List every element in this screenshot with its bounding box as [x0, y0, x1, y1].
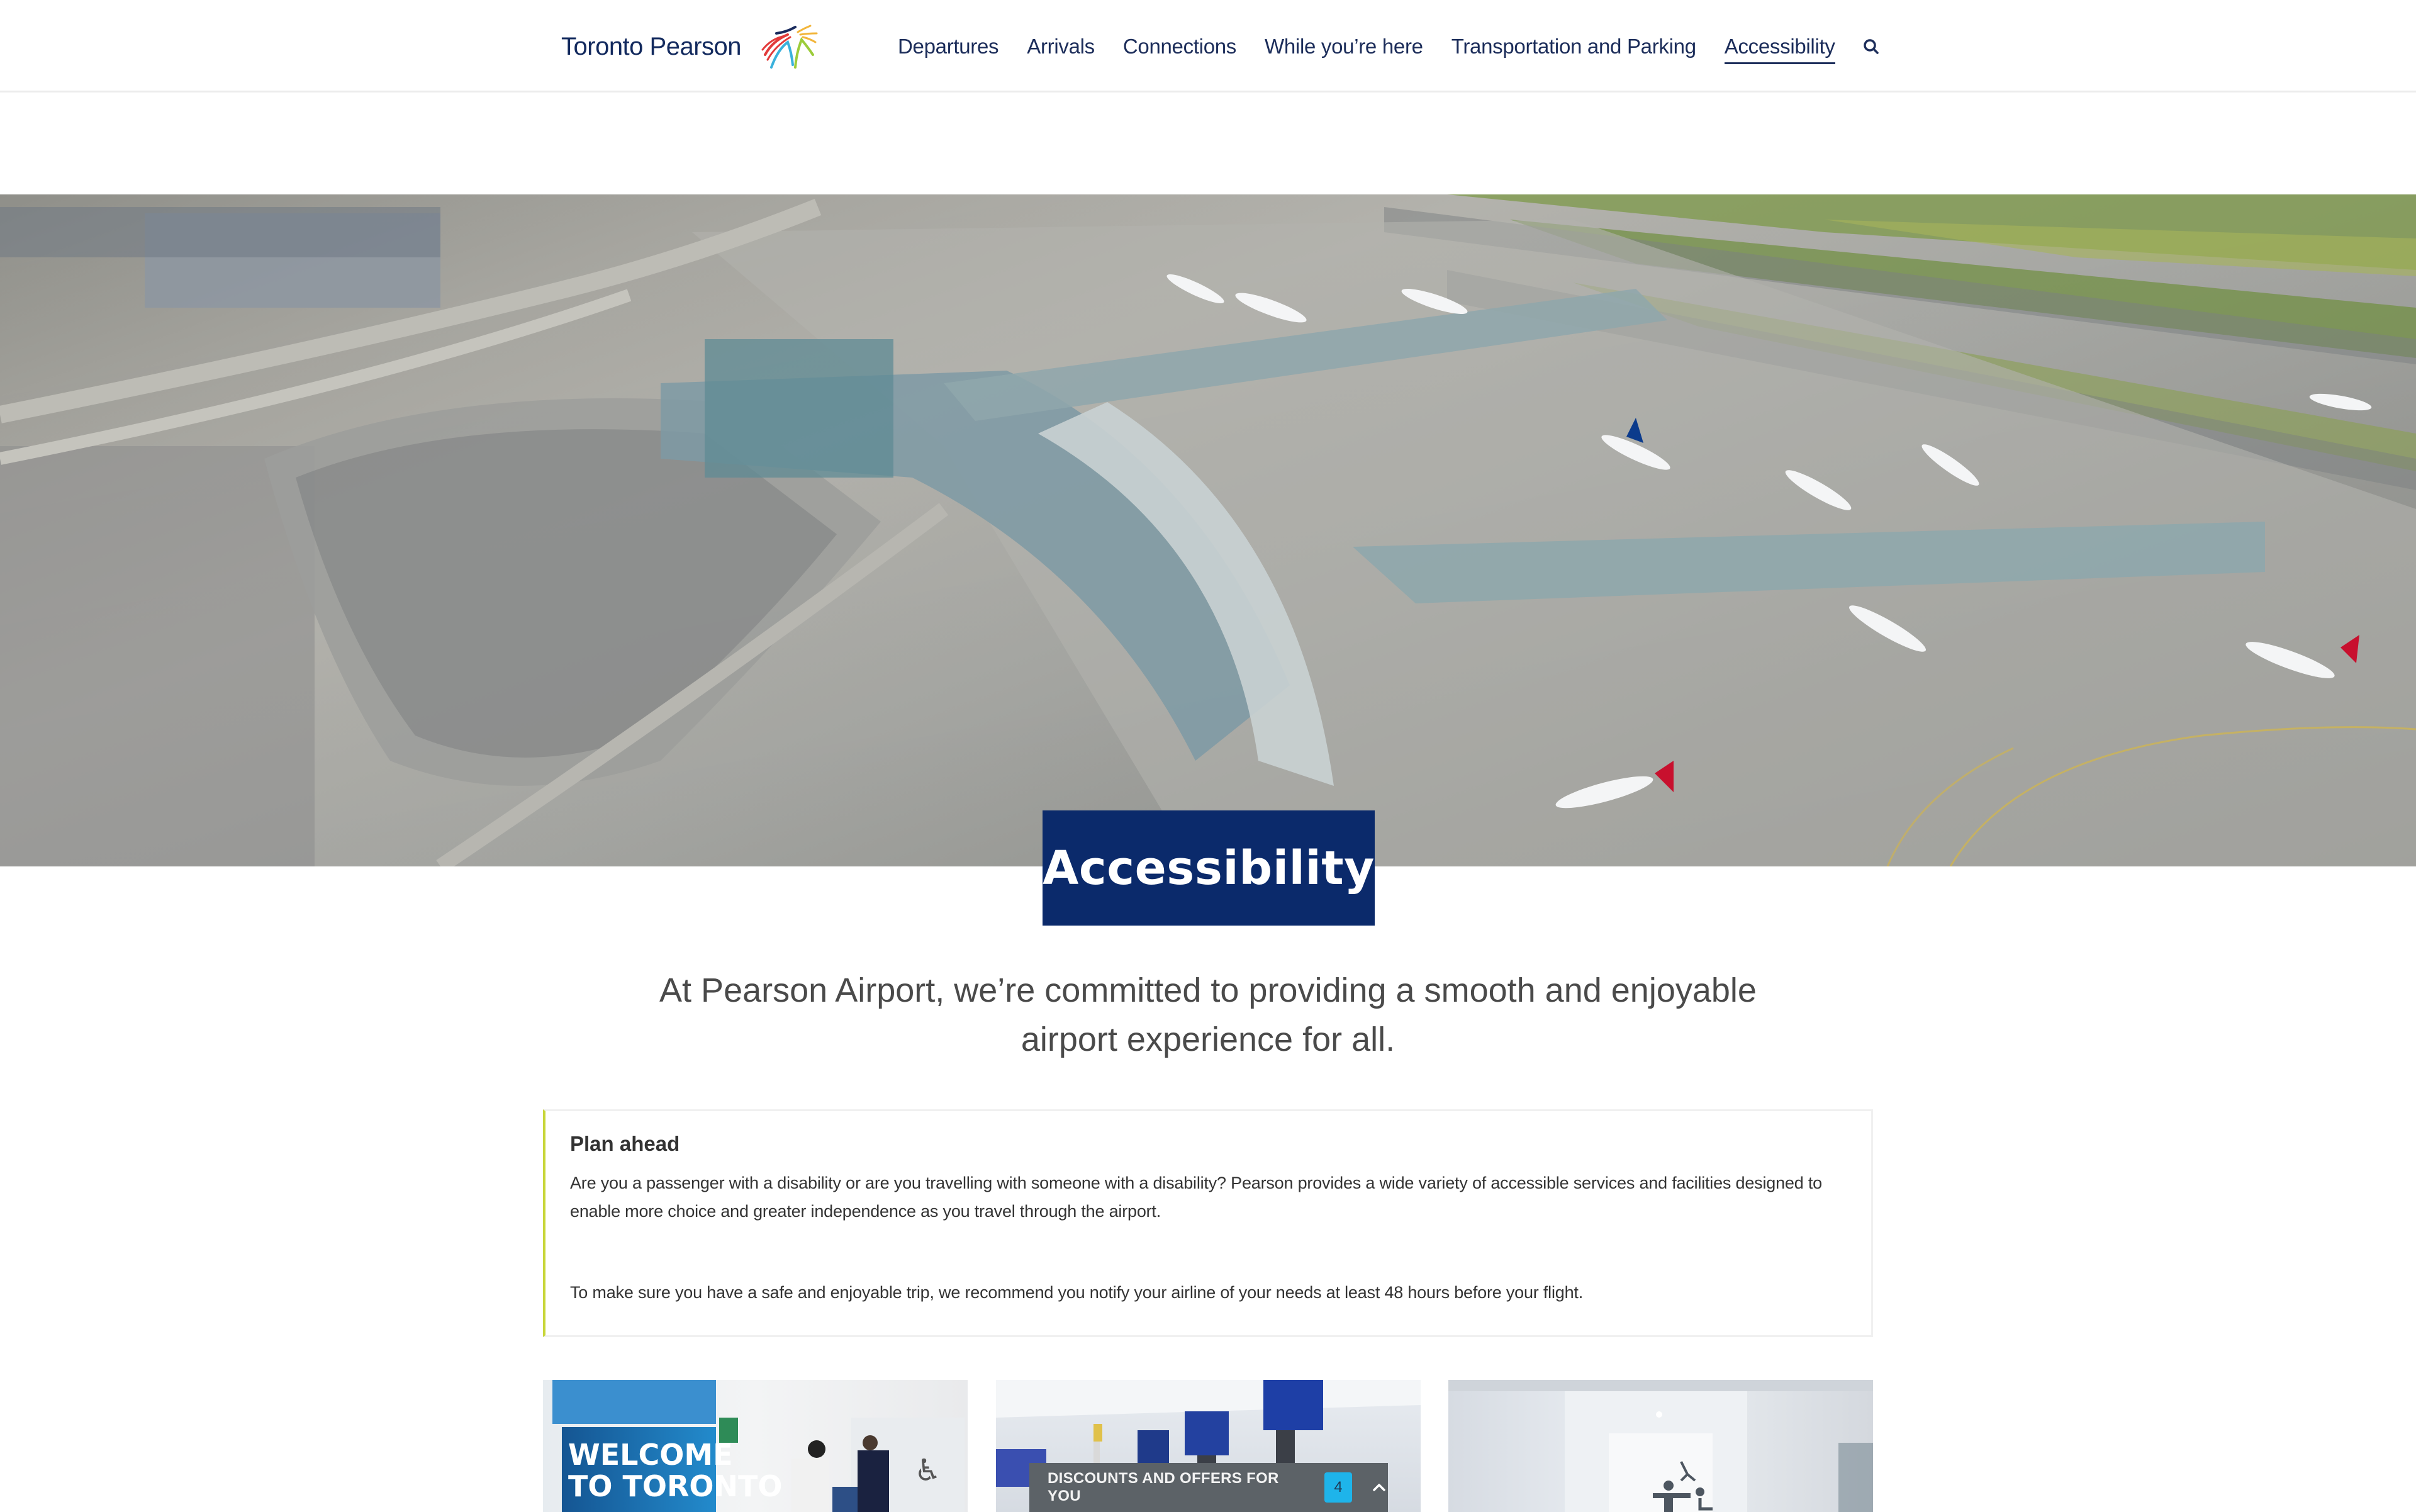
card-image-welcome: WELCOME TO TORONTO ♿ — [552, 1380, 965, 1512]
card-accessible-services[interactable]: WELCOME TO TORONTO ♿ — [543, 1380, 968, 1512]
offers-label: DISCOUNTS AND OFFERS FOR YOU — [1048, 1470, 1279, 1504]
nav-transportation-and-parking[interactable]: Transportation and Parking — [1451, 28, 1696, 65]
search-icon — [1863, 39, 1879, 54]
airport-aerial-illustration — [0, 194, 2416, 866]
intro-text: At Pearson Airport, we’re committed to p… — [659, 972, 1757, 1058]
site-header: Toronto Pearson Departures Arrivals Conn… — [0, 0, 2416, 92]
expand-offers-button[interactable] — [1370, 1478, 1388, 1497]
hero-image — [0, 194, 2416, 866]
nav-arrivals[interactable]: Arrivals — [1027, 28, 1095, 65]
nav-accessibility[interactable]: Accessibility — [1724, 30, 1835, 64]
card-image-washroom — [1448, 1380, 1873, 1512]
logo-text: Toronto Pearson — [561, 32, 742, 60]
plan-ahead-card: Plan ahead Are you a passenger with a di… — [543, 1109, 1873, 1337]
toronto-pearson-logo[interactable]: Toronto Pearson — [561, 24, 819, 69]
welcome-sign-line2: TO TORONTO — [568, 1469, 783, 1503]
plan-ahead-paragraph-2: To make sure you have a safe and enjoyab… — [570, 1283, 1584, 1302]
card-universal-washroom[interactable] — [1448, 1380, 1873, 1512]
search-button[interactable] — [1860, 35, 1882, 58]
nav-departures[interactable]: Departures — [898, 28, 999, 65]
welcome-sign-line1: WELCOME — [568, 1438, 733, 1472]
nav-connections[interactable]: Connections — [1123, 28, 1236, 65]
page-title-box: Accessibility — [1043, 810, 1375, 926]
plan-ahead-paragraph-1: Are you a passenger with a disability or… — [570, 1173, 1822, 1221]
discounts-offers-bar[interactable]: DISCOUNTS AND OFFERS FOR YOU 4 — [1029, 1463, 1388, 1512]
chevron-up-icon — [1372, 1484, 1385, 1491]
page-title: Accessibility — [1043, 841, 1375, 895]
pearson-logo-icon — [761, 25, 818, 69]
main-nav: Departures Arrivals Connections While yo… — [898, 28, 1882, 65]
accessible-washroom-symbol: ♿ — [914, 1453, 941, 1488]
offers-count-badge: 4 — [1324, 1472, 1353, 1503]
plan-ahead-heading: Plan ahead — [570, 1132, 680, 1155]
nav-while-youre-here[interactable]: While you’re here — [1265, 28, 1423, 65]
